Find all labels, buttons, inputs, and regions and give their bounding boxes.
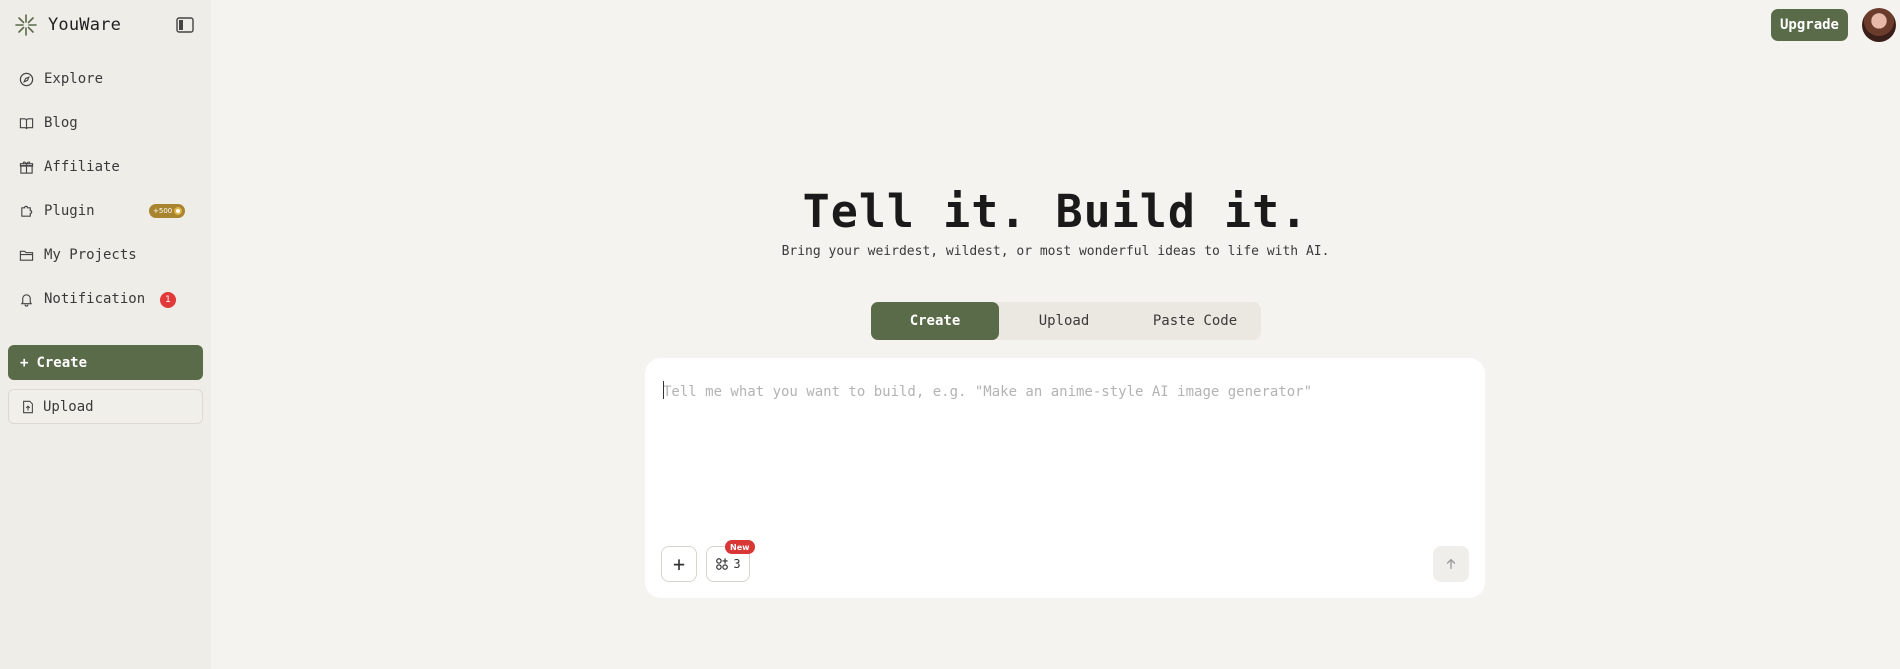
prompt-input[interactable] bbox=[663, 378, 1463, 406]
prompt-box: + 3 New bbox=[645, 358, 1485, 598]
sidebar-item-plugin[interactable]: Plugin +500 bbox=[0, 189, 211, 233]
upgrade-button[interactable]: Upgrade bbox=[1771, 9, 1848, 41]
sidebar-upload-button[interactable]: Upload bbox=[8, 389, 203, 424]
main-content: Upgrade Tell it. Build it. Bring your we… bbox=[211, 0, 1900, 669]
plugin-bonus-badge: +500 bbox=[149, 204, 185, 218]
send-button[interactable] bbox=[1433, 546, 1469, 582]
book-icon bbox=[19, 117, 34, 129]
text-caret bbox=[663, 381, 664, 399]
sidebar-item-label: Plugin bbox=[44, 203, 95, 219]
tools-count: 3 bbox=[733, 557, 741, 571]
sidebar: YouWare Explore Blog Affiliate Plugin +5 bbox=[0, 0, 211, 669]
tab-upload[interactable]: Upload bbox=[999, 302, 1129, 340]
add-attachment-button[interactable]: + bbox=[661, 546, 697, 582]
sidebar-item-my-projects[interactable]: My Projects bbox=[0, 233, 211, 277]
sidebar-item-label: Affiliate bbox=[44, 159, 120, 175]
bell-icon bbox=[20, 293, 33, 307]
sidebar-toggle-icon[interactable] bbox=[176, 17, 194, 33]
avatar[interactable] bbox=[1862, 8, 1896, 42]
app-root: YouWare Explore Blog Affiliate Plugin +5 bbox=[0, 0, 1900, 669]
plus-icon: + bbox=[20, 354, 29, 371]
sidebar-item-label: My Projects bbox=[44, 247, 137, 263]
sidebar-item-label: Notification bbox=[44, 291, 146, 307]
sidebar-item-explore[interactable]: Explore bbox=[0, 57, 211, 101]
sidebar-nav: Explore Blog Affiliate Plugin +500 My Pr… bbox=[0, 57, 211, 321]
mode-tabs: Create Upload Paste Code bbox=[871, 302, 1261, 340]
sidebar-item-label: Explore bbox=[44, 71, 104, 87]
brand[interactable]: YouWare bbox=[14, 13, 121, 37]
plus-icon: + bbox=[672, 552, 686, 576]
page-subtitle: Bring your weirdest, wildest, or most wo… bbox=[781, 244, 1330, 259]
tab-create[interactable]: Create bbox=[871, 302, 999, 340]
sidebar-upload-label: Upload bbox=[43, 398, 94, 415]
folder-icon bbox=[19, 250, 34, 261]
file-upload-icon bbox=[23, 400, 33, 413]
page-title: Tell it. Build it. bbox=[802, 185, 1309, 238]
apps-icon bbox=[716, 558, 729, 570]
notification-count-badge: 1 bbox=[160, 292, 176, 308]
new-badge: New bbox=[725, 540, 755, 554]
youware-logo-icon bbox=[15, 14, 37, 36]
arrow-up-icon bbox=[1446, 558, 1456, 570]
sidebar-item-blog[interactable]: Blog bbox=[0, 101, 211, 145]
tab-paste-code[interactable]: Paste Code bbox=[1129, 302, 1261, 340]
sidebar-create-label: Create bbox=[36, 354, 88, 371]
sidebar-item-affiliate[interactable]: Affiliate bbox=[0, 145, 211, 189]
sidebar-item-label: Blog bbox=[44, 115, 78, 131]
brand-name: YouWare bbox=[48, 15, 122, 35]
sidebar-item-notification[interactable]: Notification 1 bbox=[0, 277, 211, 321]
puzzle-icon bbox=[21, 205, 33, 217]
coin-icon bbox=[174, 207, 182, 215]
gift-icon bbox=[19, 160, 34, 174]
compass-icon bbox=[19, 72, 34, 86]
sidebar-create-button[interactable]: + Create bbox=[8, 345, 203, 380]
